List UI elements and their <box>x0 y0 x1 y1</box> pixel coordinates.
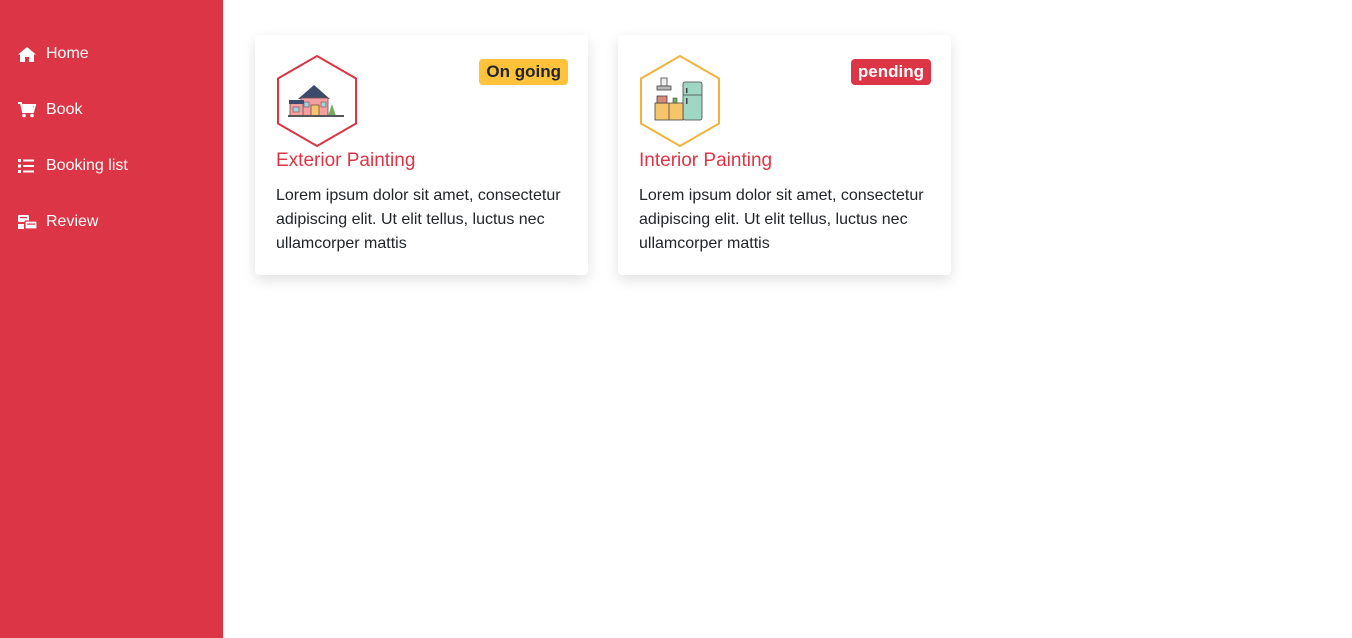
sidebar-item-label: Home <box>46 45 89 62</box>
service-card-exterior[interactable]: On going Exterior Painting Lorem ipsum d… <box>255 35 588 275</box>
card-title: Exterior Painting <box>276 150 416 171</box>
hexagon-frame <box>639 54 721 148</box>
card-description: Lorem ipsum dolor sit amet, consectetur … <box>639 187 924 252</box>
sidebar-item-book[interactable]: Book <box>0 82 223 138</box>
sidebar-item-label: Book <box>46 101 83 118</box>
card-description: Lorem ipsum dolor sit amet, consectetur … <box>276 187 561 252</box>
sidebar-item-label: Booking list <box>46 157 128 174</box>
sidebar: Home Book Booking list Review <box>0 0 223 638</box>
service-card-interior[interactable]: pending Interior Painting Lorem ipsum do… <box>618 35 951 275</box>
kitchen-icon <box>654 77 703 121</box>
status-badge: On going <box>479 59 568 85</box>
review-icon <box>18 212 38 232</box>
card-title: Interior Painting <box>639 150 773 171</box>
sidebar-item-home[interactable]: Home <box>0 26 223 82</box>
home-icon <box>18 44 38 64</box>
sidebar-item-booking-list[interactable]: Booking list <box>0 138 223 194</box>
sidebar-item-review[interactable]: Review <box>0 194 223 250</box>
hexagon-frame <box>276 54 358 148</box>
sidebar-item-label: Review <box>46 213 99 230</box>
main-content: On going Exterior Painting Lorem ipsum d… <box>223 0 1352 638</box>
list-icon <box>18 156 38 176</box>
house-icon <box>288 85 344 117</box>
cart-icon <box>18 100 38 120</box>
app-layout: Home Book Booking list Review On going E… <box>0 0 1352 638</box>
status-badge: pending <box>850 59 931 85</box>
